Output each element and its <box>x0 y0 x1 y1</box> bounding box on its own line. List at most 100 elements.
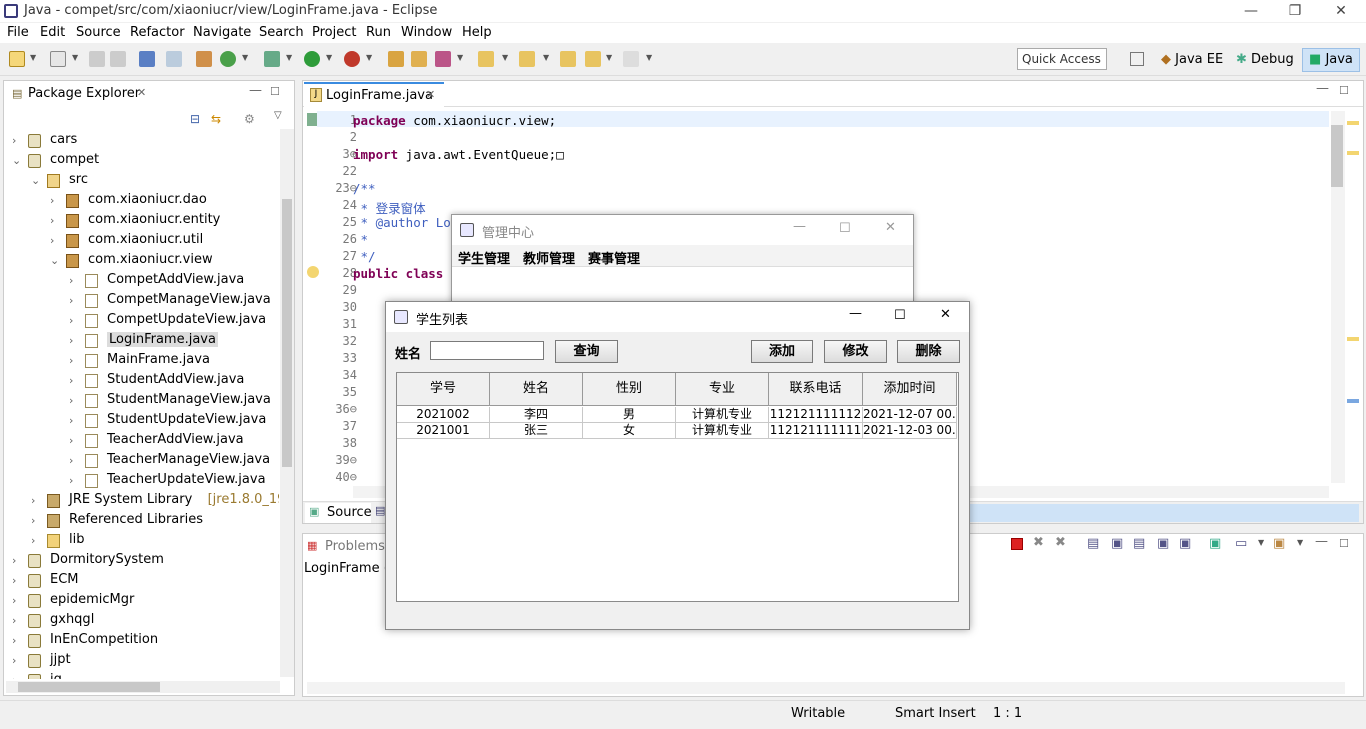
editor-scroll-thumb[interactable] <box>1331 125 1343 187</box>
search-tool-icon[interactable] <box>435 51 451 67</box>
collapsed-arrow-icon[interactable]: › <box>12 614 16 627</box>
view-menu-icon[interactable]: ⚙ <box>244 112 255 126</box>
perspective-java[interactable]: ■ Java <box>1302 48 1360 72</box>
menu-student-management[interactable]: 学生管理 <box>458 248 510 267</box>
tree-horizontal-scrollbar[interactable] <box>6 681 280 693</box>
query-button[interactable]: 查询 <box>555 340 618 363</box>
table-header[interactable]: 学号 <box>397 373 490 406</box>
collapsed-arrow-icon[interactable]: › <box>12 574 16 587</box>
mgr-minimize-button[interactable]: — <box>793 219 806 234</box>
collapsed-arrow-icon[interactable]: › <box>12 674 16 679</box>
close-tab-icon[interactable]: ✕ <box>426 88 435 101</box>
table-header[interactable]: 添加时间 <box>863 373 957 406</box>
view-dropdown-icon[interactable]: ▽ <box>274 110 282 121</box>
menu-teacher-management[interactable]: 教师管理 <box>523 248 575 267</box>
tree-item[interactable]: ⌄ compet <box>4 151 279 171</box>
problems-maximize-icon[interactable]: ☐ <box>1339 537 1349 550</box>
collapsed-arrow-icon[interactable]: › <box>50 234 54 247</box>
tree-item[interactable]: › StudentManageView.java <box>4 391 279 411</box>
next-annotation-icon[interactable] <box>519 51 535 67</box>
collapsed-arrow-icon[interactable]: › <box>69 394 73 407</box>
collapsed-arrow-icon[interactable]: › <box>69 414 73 427</box>
name-search-input[interactable] <box>430 341 544 360</box>
new-wizard-icon[interactable] <box>50 51 66 67</box>
clear-console-icon[interactable]: ▤ <box>1087 536 1099 551</box>
tree-item[interactable]: › TeacherManageView.java <box>4 451 279 471</box>
menu-competition-management[interactable]: 赛事管理 <box>588 248 640 267</box>
run-icon[interactable] <box>304 51 320 67</box>
menu-search[interactable]: Search <box>259 25 304 40</box>
tree-item[interactable]: › TeacherAddView.java <box>4 431 279 451</box>
collapsed-arrow-icon[interactable]: › <box>12 554 16 567</box>
tree-item[interactable]: › LoginFrame.java <box>4 331 279 351</box>
tree-item[interactable]: › com.xiaoniucr.entity <box>4 211 279 231</box>
word-wrap-icon[interactable]: ▤ <box>1133 536 1145 551</box>
expanded-arrow-icon[interactable]: ⌄ <box>50 254 59 267</box>
menu-refactor[interactable]: Refactor <box>130 25 185 40</box>
tree-item[interactable]: › MainFrame.java <box>4 351 279 371</box>
open-type-icon[interactable] <box>388 51 404 67</box>
collapsed-arrow-icon[interactable]: › <box>12 594 16 607</box>
collapsed-arrow-icon[interactable]: › <box>69 294 73 307</box>
table-row[interactable]: 2021002 李四男计算机专业 112121111112 2021-12-07 00… <box>397 407 958 423</box>
tree-item[interactable]: › CompetManageView.java <box>4 291 279 311</box>
menu-project[interactable]: Project <box>312 25 356 40</box>
tree-item[interactable]: › com.xiaoniucr.util <box>4 231 279 251</box>
tree-item[interactable]: › DormitorySystem <box>4 551 279 571</box>
table-header[interactable]: 姓名 <box>490 373 583 406</box>
collapsed-arrow-icon[interactable]: › <box>50 214 54 227</box>
collapsed-arrow-icon[interactable]: › <box>69 434 73 447</box>
menu-navigate[interactable]: Navigate <box>193 25 251 40</box>
tree-scroll-thumb[interactable] <box>282 199 292 467</box>
menu-run[interactable]: Run <box>366 25 391 40</box>
tree-item[interactable]: › jq <box>4 671 279 679</box>
problems-minimize-icon[interactable]: — <box>1315 534 1328 549</box>
menu-help[interactable]: Help <box>462 25 492 40</box>
tree-item[interactable]: › ECM <box>4 571 279 591</box>
menu-file[interactable]: File <box>7 25 29 40</box>
terminate-icon[interactable] <box>1011 538 1023 550</box>
collapsed-arrow-icon[interactable]: › <box>69 374 73 387</box>
close-view-icon[interactable]: ✕ <box>137 86 146 99</box>
collapsed-arrow-icon[interactable]: › <box>31 534 35 547</box>
last-edit-icon[interactable] <box>560 51 576 67</box>
student-maximize-button[interactable]: ☐ <box>894 308 906 323</box>
code-line[interactable]: import java.awt.EventQueue;□ <box>353 147 564 162</box>
restore-button[interactable]: ❐ <box>1272 0 1318 22</box>
skip-breakpoints-icon[interactable] <box>166 51 182 67</box>
tree-item[interactable]: › CompetUpdateView.java <box>4 311 279 331</box>
link-editor-icon[interactable]: ⇆ <box>211 112 221 126</box>
console-icon[interactable] <box>139 51 155 67</box>
tree-item[interactable]: › CompetAddView.java <box>4 271 279 291</box>
collapsed-arrow-icon[interactable]: › <box>69 314 73 327</box>
tree-item[interactable]: › gxhqgl <box>4 611 279 631</box>
menu-source[interactable]: Source <box>76 25 121 40</box>
expanded-arrow-icon[interactable]: ⌄ <box>12 154 21 167</box>
code-line[interactable]: package com.xiaoniucr.view; <box>353 113 556 128</box>
tree-item[interactable]: › StudentUpdateView.java <box>4 411 279 431</box>
collapsed-arrow-icon[interactable]: › <box>69 354 73 367</box>
code-line[interactable]: * <box>353 232 369 247</box>
save-icon[interactable] <box>89 51 105 67</box>
tree-vertical-scrollbar[interactable] <box>280 129 294 677</box>
tree-item[interactable]: › JRE System Library [jre1.8.0_191] <box>4 491 279 511</box>
tree-hscroll-thumb[interactable] <box>18 682 160 692</box>
mgr-close-button[interactable]: ✕ <box>885 220 896 235</box>
debug-icon[interactable] <box>264 51 280 67</box>
tree-item[interactable]: › jjpt <box>4 651 279 671</box>
collapsed-arrow-icon[interactable]: › <box>69 454 73 467</box>
problems-row[interactable]: LoginFrame (1 <box>304 561 397 576</box>
annotation-icon[interactable] <box>478 51 494 67</box>
mgr-maximize-button[interactable]: ☐ <box>839 221 851 236</box>
package-explorer-tab[interactable]: ▤ Package Explorer ✕ — ☐ <box>4 81 294 107</box>
open-console-icon[interactable]: ▣ <box>1273 536 1285 551</box>
edit-button[interactable]: 修改 <box>824 340 887 363</box>
source-tab[interactable]: ▣ Source <box>305 503 372 523</box>
problems-horizontal-scrollbar[interactable] <box>307 682 1345 694</box>
maximize-view-icon[interactable]: ☐ <box>270 85 280 98</box>
pin-console-icon[interactable]: ▣ <box>1209 536 1221 551</box>
table-header[interactable]: 性别 <box>583 373 676 406</box>
delete-button[interactable]: 删除 <box>897 340 960 363</box>
minimize-view-icon[interactable]: — <box>249 83 262 98</box>
new-icon[interactable] <box>9 51 25 67</box>
